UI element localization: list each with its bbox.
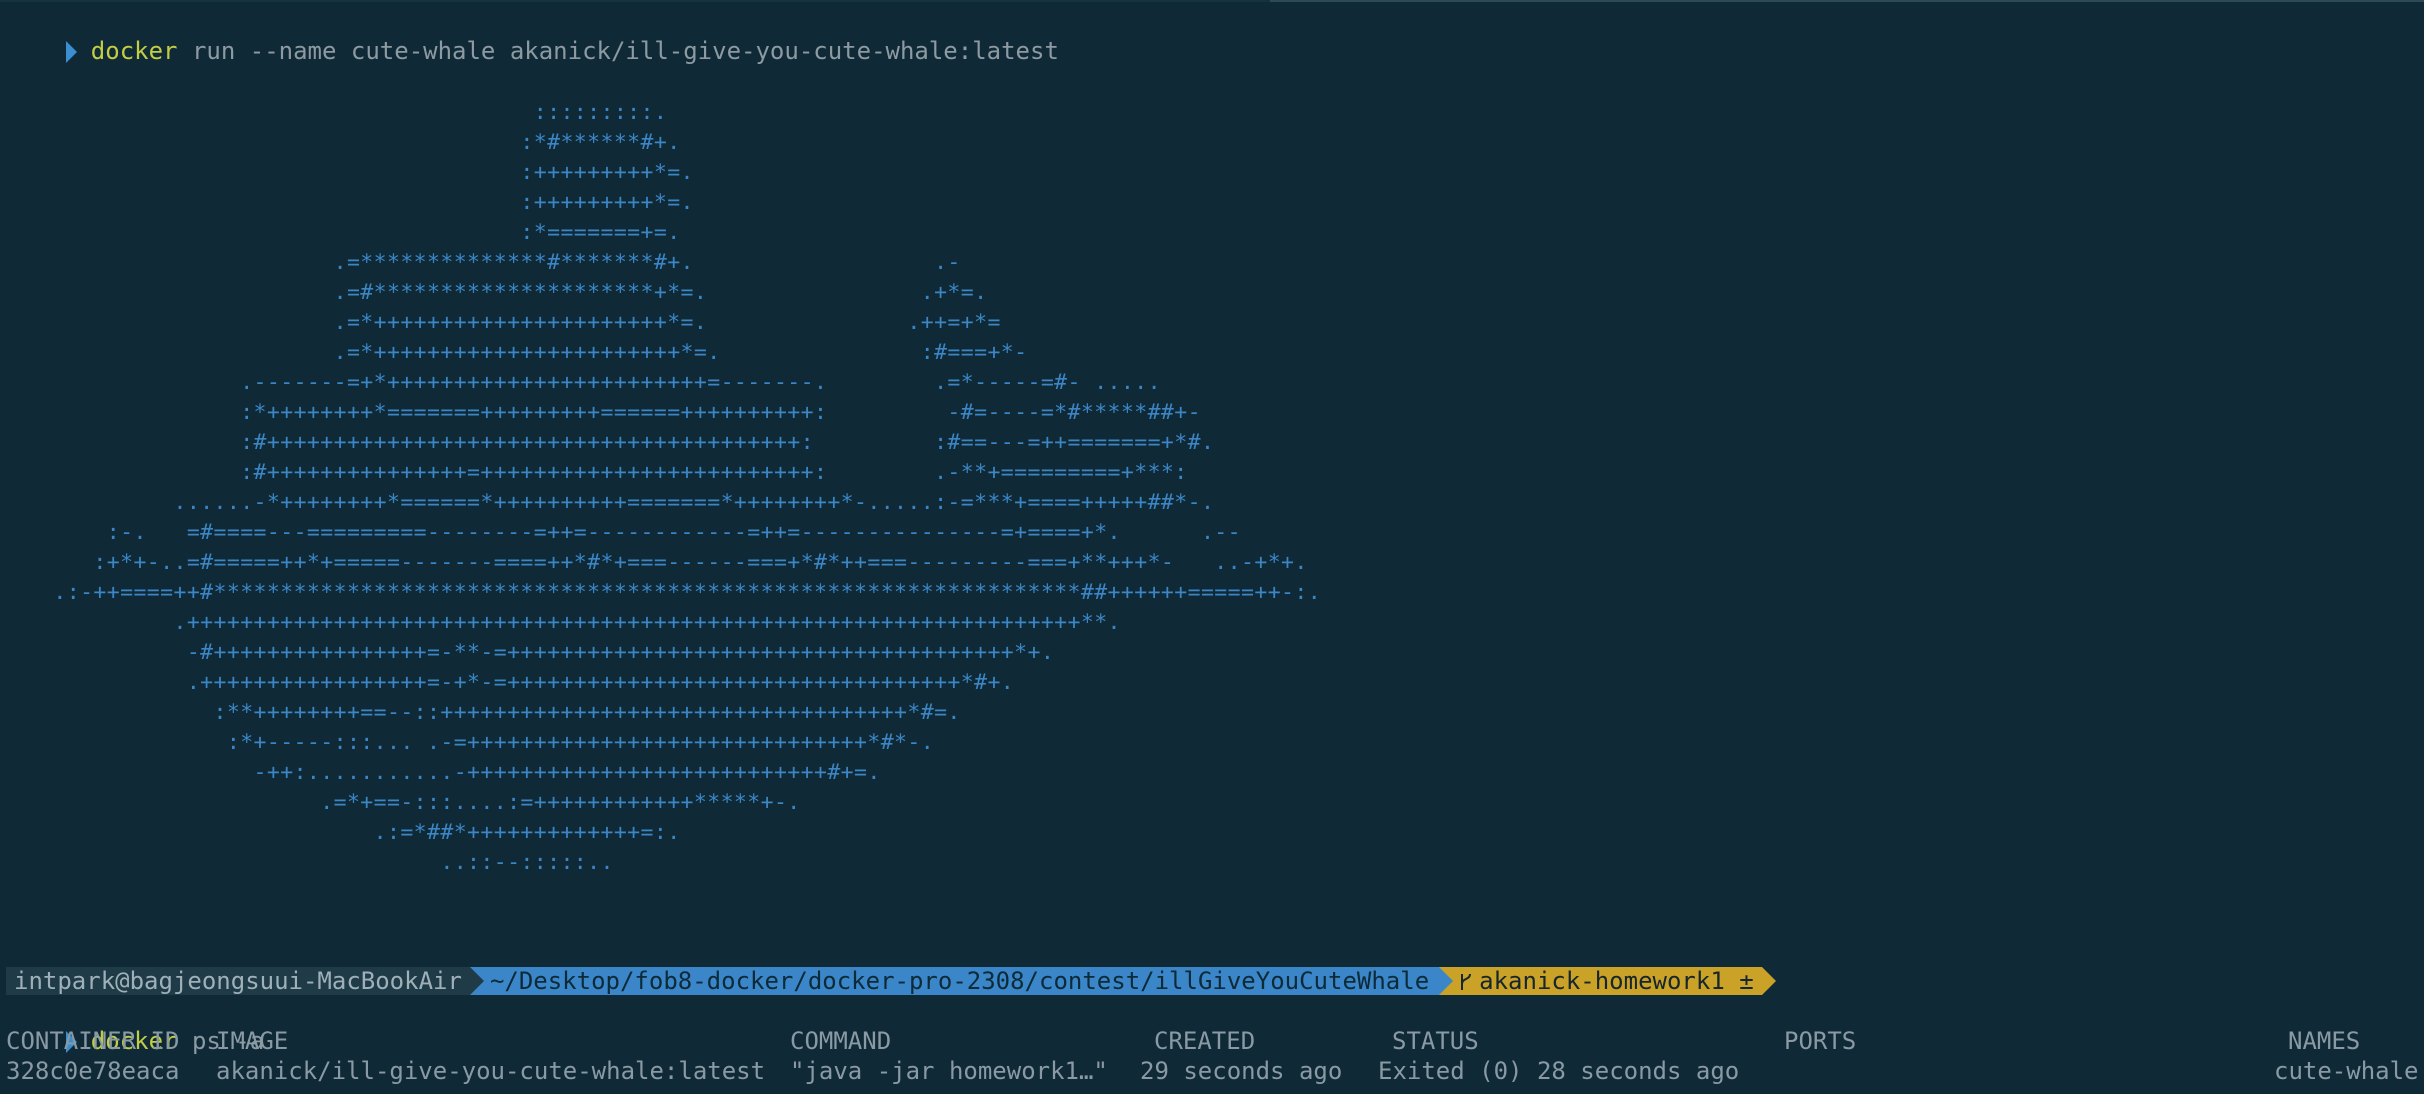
shell-prompt: intpark@bagjeongsuui-MacBookAir ~/Deskto… [6,967,1776,995]
cell-container-id: 328c0e78eaca [6,1057,180,1085]
window-top-border-accent [1270,0,2424,2]
ps-table-header: CONTAINER ID IMAGE COMMAND CREATED STATU… [0,1026,2424,1056]
table-row: 328c0e78eaca akanick/ill-give-you-cute-w… [0,1056,2424,1086]
command-word: docker [90,37,178,65]
prompt-user-host: intpark@bagjeongsuui-MacBookAir [6,967,470,995]
command-line-docker-ps: docker ps -a [0,996,264,1055]
header-created: CREATED [1154,1027,1256,1055]
terminal-window[interactable]: docker run --name cute-whale akanick/ill… [0,0,2424,1094]
ascii-whale-art: :::::::::. :*#******#+. :+++++++++*=. :+… [53,100,1322,875]
prompt-separator-icon [469,967,484,995]
header-command: COMMAND [790,1027,892,1055]
git-dirty-indicator: ± [1739,967,1754,995]
cell-created: 29 seconds ago [1140,1057,1343,1085]
cell-image: akanick/ill-give-you-cute-whale:latest [216,1057,766,1085]
prompt-path: ~/Desktop/fob8-docker/docker-pro-2308/co… [483,967,1440,995]
command-args: run --name cute-whale akanick/ill-give-y… [177,37,1059,65]
prompt-separator-icon [1439,967,1454,995]
header-names: NAMES [2288,1027,2361,1055]
header-ports: PORTS [1784,1027,1857,1055]
cell-names: cute-whale [2274,1057,2419,1085]
cell-status: Exited (0) 28 seconds ago [1378,1057,1740,1085]
prompt-git-segment: akanick-homework1 ± [1453,967,1762,995]
cell-command: "java -jar homework1…" [790,1057,1108,1085]
command-line-docker-run: docker run --name cute-whale akanick/ill… [0,6,1059,65]
header-status: STATUS [1392,1027,1479,1055]
prompt-separator-icon [1761,967,1776,995]
branch-icon [1461,973,1472,990]
git-branch-name: akanick-homework1 [1479,967,1725,995]
header-container-id: CONTAINER ID [6,1027,180,1055]
prompt-caret-icon [65,41,77,63]
header-image: IMAGE [216,1027,289,1055]
